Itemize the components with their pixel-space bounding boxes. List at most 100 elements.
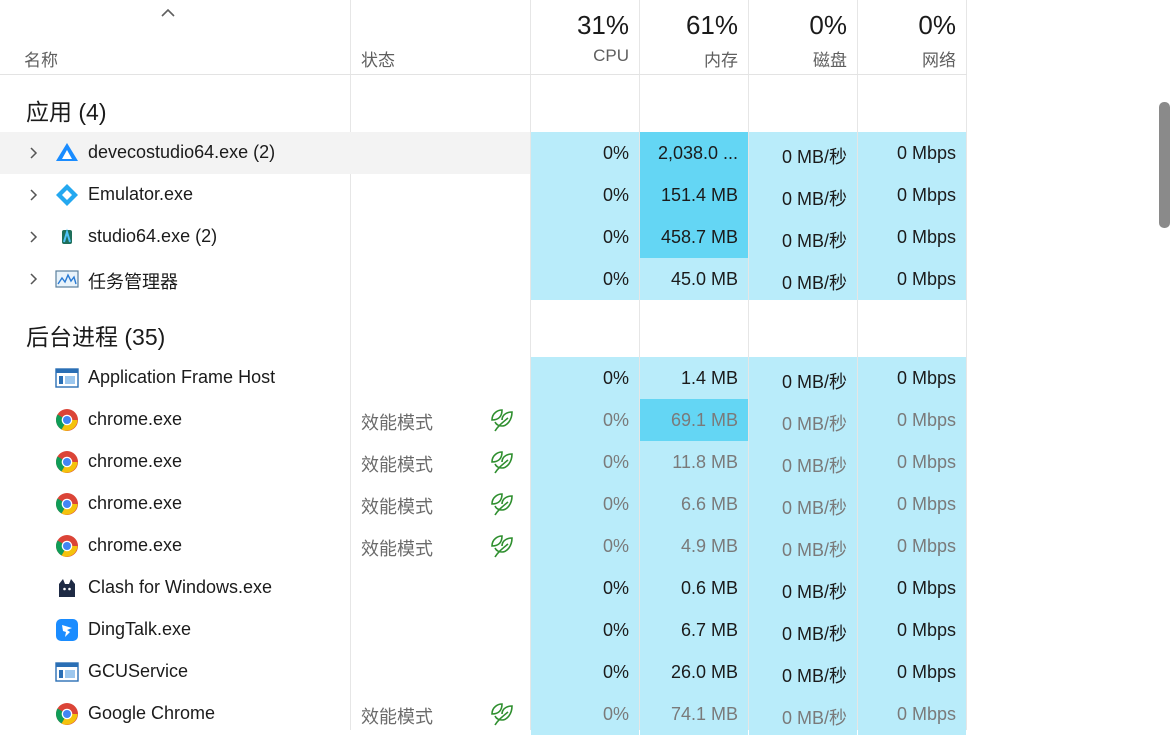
process-row[interactable]: Clash for Windows.exe 0% 0.6 MB 0 MB/秒 0… [0,567,967,609]
memory-cell: 74.1 MB [640,693,748,735]
cpu-cell: 0% [531,567,639,609]
process-row[interactable]: chrome.exe 效能模式 0% 11.8 MB 0 MB/秒 0 Mbps [0,441,967,483]
cpu-value: 0% [602,620,629,640]
network-cell: 0 Mbps [858,525,966,567]
memory-cell: 6.7 MB [640,609,748,651]
column-status-header[interactable]: 状态 [361,46,395,71]
column-memory-header[interactable]: 内存 [638,46,738,71]
chrome-icon [56,409,78,431]
memory-value: 26.0 MB [670,662,738,682]
disk-cell: 0 MB/秒 [749,174,857,216]
network-cell: 0 Mbps [858,567,966,609]
cpu-cell: 0% [531,357,639,399]
memory-value: 6.6 MB [680,494,738,514]
cpu-value: 0% [602,578,629,598]
cpu-cell: 0% [531,132,639,174]
android-studio-icon [62,228,72,244]
memory-value: 1.4 MB [680,368,738,388]
efficiency-mode-icon [491,451,513,474]
cpu-value: 0% [602,143,629,163]
network-value: 0 Mbps [896,620,956,640]
process-row[interactable]: Emulator.exe 0% 151.4 MB 0 MB/秒 0 Mbps [0,174,967,216]
disk-cell: 0 MB/秒 [749,132,857,174]
task-manager-icon [55,270,79,288]
efficiency-mode-status: 效能模式 [361,455,433,475]
network-cell: 0 Mbps [858,483,966,525]
network-value: 0 Mbps [896,578,956,598]
process-row[interactable]: devecostudio64.exe (2) 0% 2,038.0 ... 0 … [0,132,967,174]
network-value: 0 Mbps [896,227,956,247]
process-row[interactable]: Application Frame Host 0% 1.4 MB 0 MB/秒 … [0,357,967,399]
chevron-right-icon[interactable] [26,272,40,286]
network-cell: 0 Mbps [858,693,966,735]
network-value: 0 Mbps [896,410,956,430]
memory-value: 74.1 MB [670,704,738,724]
column-header: 名称 状态 31% CPU 61% 内存 0% 磁盘 0% 网络 [0,0,967,74]
disk-value: 0 MB/秒 [781,456,847,476]
efficiency-mode-icon [491,493,513,516]
network-value: 0 Mbps [896,662,956,682]
sort-ascending-icon[interactable] [160,6,176,20]
cpu-value: 0% [602,269,629,289]
column-network-header[interactable]: 网络 [856,46,956,71]
efficiency-mode-status: 效能模式 [361,497,433,517]
network-cell: 0 Mbps [858,609,966,651]
memory-value: 458.7 MB [660,227,738,247]
process-row[interactable]: chrome.exe 效能模式 0% 4.9 MB 0 MB/秒 0 Mbps [0,525,967,567]
process-row[interactable]: DingTalk.exe 0% 6.7 MB 0 MB/秒 0 Mbps [0,609,967,651]
process-row[interactable]: studio64.exe (2) 0% 458.7 MB 0 MB/秒 0 Mb… [0,216,967,258]
network-total-percent[interactable]: 0% [856,10,956,41]
memory-total-percent[interactable]: 61% [638,10,738,41]
process-row[interactable]: chrome.exe 效能模式 0% 6.6 MB 0 MB/秒 0 Mbps [0,483,967,525]
network-value: 0 Mbps [896,185,956,205]
chevron-right-icon[interactable] [26,188,40,202]
process-row[interactable]: GCUService 0% 26.0 MB 0 MB/秒 0 Mbps [0,651,967,693]
cpu-total-percent[interactable]: 31% [529,10,629,41]
efficiency-mode-status: 效能模式 [361,413,433,433]
process-name: chrome.exe [88,451,183,471]
process-name: GCUService [88,661,189,681]
service-icon [55,662,79,682]
memory-cell: 45.0 MB [640,258,748,300]
column-cpu-header[interactable]: CPU [529,46,629,66]
process-row[interactable]: 任务管理器 0% 45.0 MB 0 MB/秒 0 Mbps [0,258,967,300]
emulator-icon [56,184,78,206]
network-value: 0 Mbps [896,536,956,556]
memory-value: 6.7 MB [680,620,738,640]
disk-value: 0 MB/秒 [781,273,847,293]
chevron-right-icon[interactable] [26,230,40,244]
column-disk-header[interactable]: 磁盘 [747,46,847,71]
disk-value: 0 MB/秒 [781,372,847,392]
memory-value: 2,038.0 ... [657,143,738,163]
chrome-icon [56,451,78,473]
process-name: 任务管理器 [88,272,178,292]
process-row[interactable]: Google Chrome 效能模式 0% 74.1 MB 0 MB/秒 0 M… [0,693,967,735]
memory-cell: 0.6 MB [640,567,748,609]
cpu-cell: 0% [531,174,639,216]
cpu-value: 0% [602,452,629,472]
network-cell: 0 Mbps [858,399,966,441]
chrome-icon [56,703,78,725]
process-name: Application Frame Host [88,367,276,387]
memory-value: 151.4 MB [660,185,738,205]
disk-value: 0 MB/秒 [781,666,847,686]
memory-cell: 2,038.0 ... [640,132,748,174]
scrollbar-thumb[interactable] [1159,102,1170,228]
network-cell: 0 Mbps [858,132,966,174]
process-name: chrome.exe [88,409,183,429]
network-value: 0 Mbps [896,143,956,163]
disk-value: 0 MB/秒 [781,624,847,644]
process-name: chrome.exe [88,493,183,513]
chevron-right-icon[interactable] [26,146,40,160]
cpu-value: 0% [602,410,629,430]
process-row[interactable]: chrome.exe 效能模式 0% 69.1 MB 0 MB/秒 0 Mbps [0,399,967,441]
disk-total-percent[interactable]: 0% [747,10,847,41]
chrome-icon [56,535,78,557]
memory-value: 0.6 MB [680,578,738,598]
cpu-cell: 0% [531,399,639,441]
cpu-cell: 0% [531,651,639,693]
disk-value: 0 MB/秒 [781,189,847,209]
cpu-value: 0% [602,704,629,724]
efficiency-mode-icon [491,535,513,558]
column-name-header[interactable]: 名称 [24,46,58,71]
